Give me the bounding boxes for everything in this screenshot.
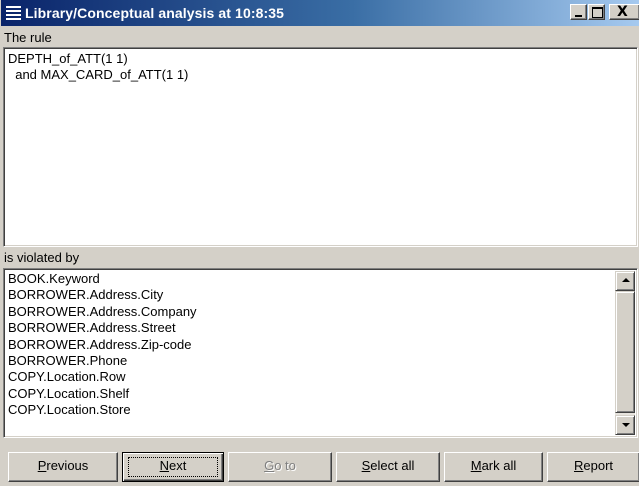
violations-list: BOOK.Keyword BORROWER.Address.City BORRO… [8, 271, 197, 419]
window-menu-icon[interactable] [6, 6, 21, 20]
previous-button[interactable]: Previous [8, 452, 118, 482]
minimize-button[interactable] [570, 4, 587, 20]
close-button[interactable]: X [609, 4, 639, 20]
maximize-icon [592, 7, 603, 18]
analysis-window: Library/Conceptual analysis at 10:8:35 X… [0, 0, 639, 486]
title-bar[interactable]: Library/Conceptual analysis at 10:8:35 X [1, 0, 639, 26]
scroll-thumb[interactable] [615, 291, 635, 413]
report-button[interactable]: Report [547, 452, 639, 482]
select-all-button[interactable]: Select all [336, 452, 440, 482]
minimize-icon [575, 15, 582, 17]
list-item[interactable]: BORROWER.Address.Company [8, 304, 197, 320]
rule-label: The rule [4, 30, 52, 45]
violations-listbox[interactable]: BOOK.Keyword BORROWER.Address.City BORRO… [3, 268, 638, 438]
window-title: Library/Conceptual analysis at 10:8:35 [25, 5, 285, 21]
list-item[interactable]: BORROWER.Address.Street [8, 320, 197, 336]
close-icon: X [617, 4, 628, 20]
arrow-down-icon [622, 423, 630, 427]
list-item[interactable]: BORROWER.Address.Zip-code [8, 337, 197, 353]
list-item[interactable]: COPY.Location.Row [8, 369, 197, 385]
arrow-up-icon [622, 278, 630, 282]
scroll-up-button[interactable] [615, 271, 635, 291]
goto-button[interactable]: Go to [228, 452, 332, 482]
rule-text: DEPTH_of_ATT(1 1) and MAX_CARD_of_ATT(1 … [8, 51, 189, 82]
maximize-button[interactable] [588, 4, 605, 20]
mark-all-button[interactable]: Mark all [444, 452, 543, 482]
list-item[interactable]: COPY.Location.Store [8, 402, 197, 418]
list-item[interactable]: BOOK.Keyword [8, 271, 197, 287]
list-item[interactable]: COPY.Location.Shelf [8, 386, 197, 402]
next-button[interactable]: Next [122, 452, 224, 482]
violations-label: is violated by [4, 250, 80, 265]
vertical-scrollbar[interactable] [615, 271, 635, 435]
list-item[interactable]: BORROWER.Phone [8, 353, 197, 369]
list-item[interactable]: BORROWER.Address.City [8, 287, 197, 303]
rule-textbox[interactable]: DEPTH_of_ATT(1 1) and MAX_CARD_of_ATT(1 … [3, 47, 638, 247]
scroll-down-button[interactable] [615, 415, 635, 435]
